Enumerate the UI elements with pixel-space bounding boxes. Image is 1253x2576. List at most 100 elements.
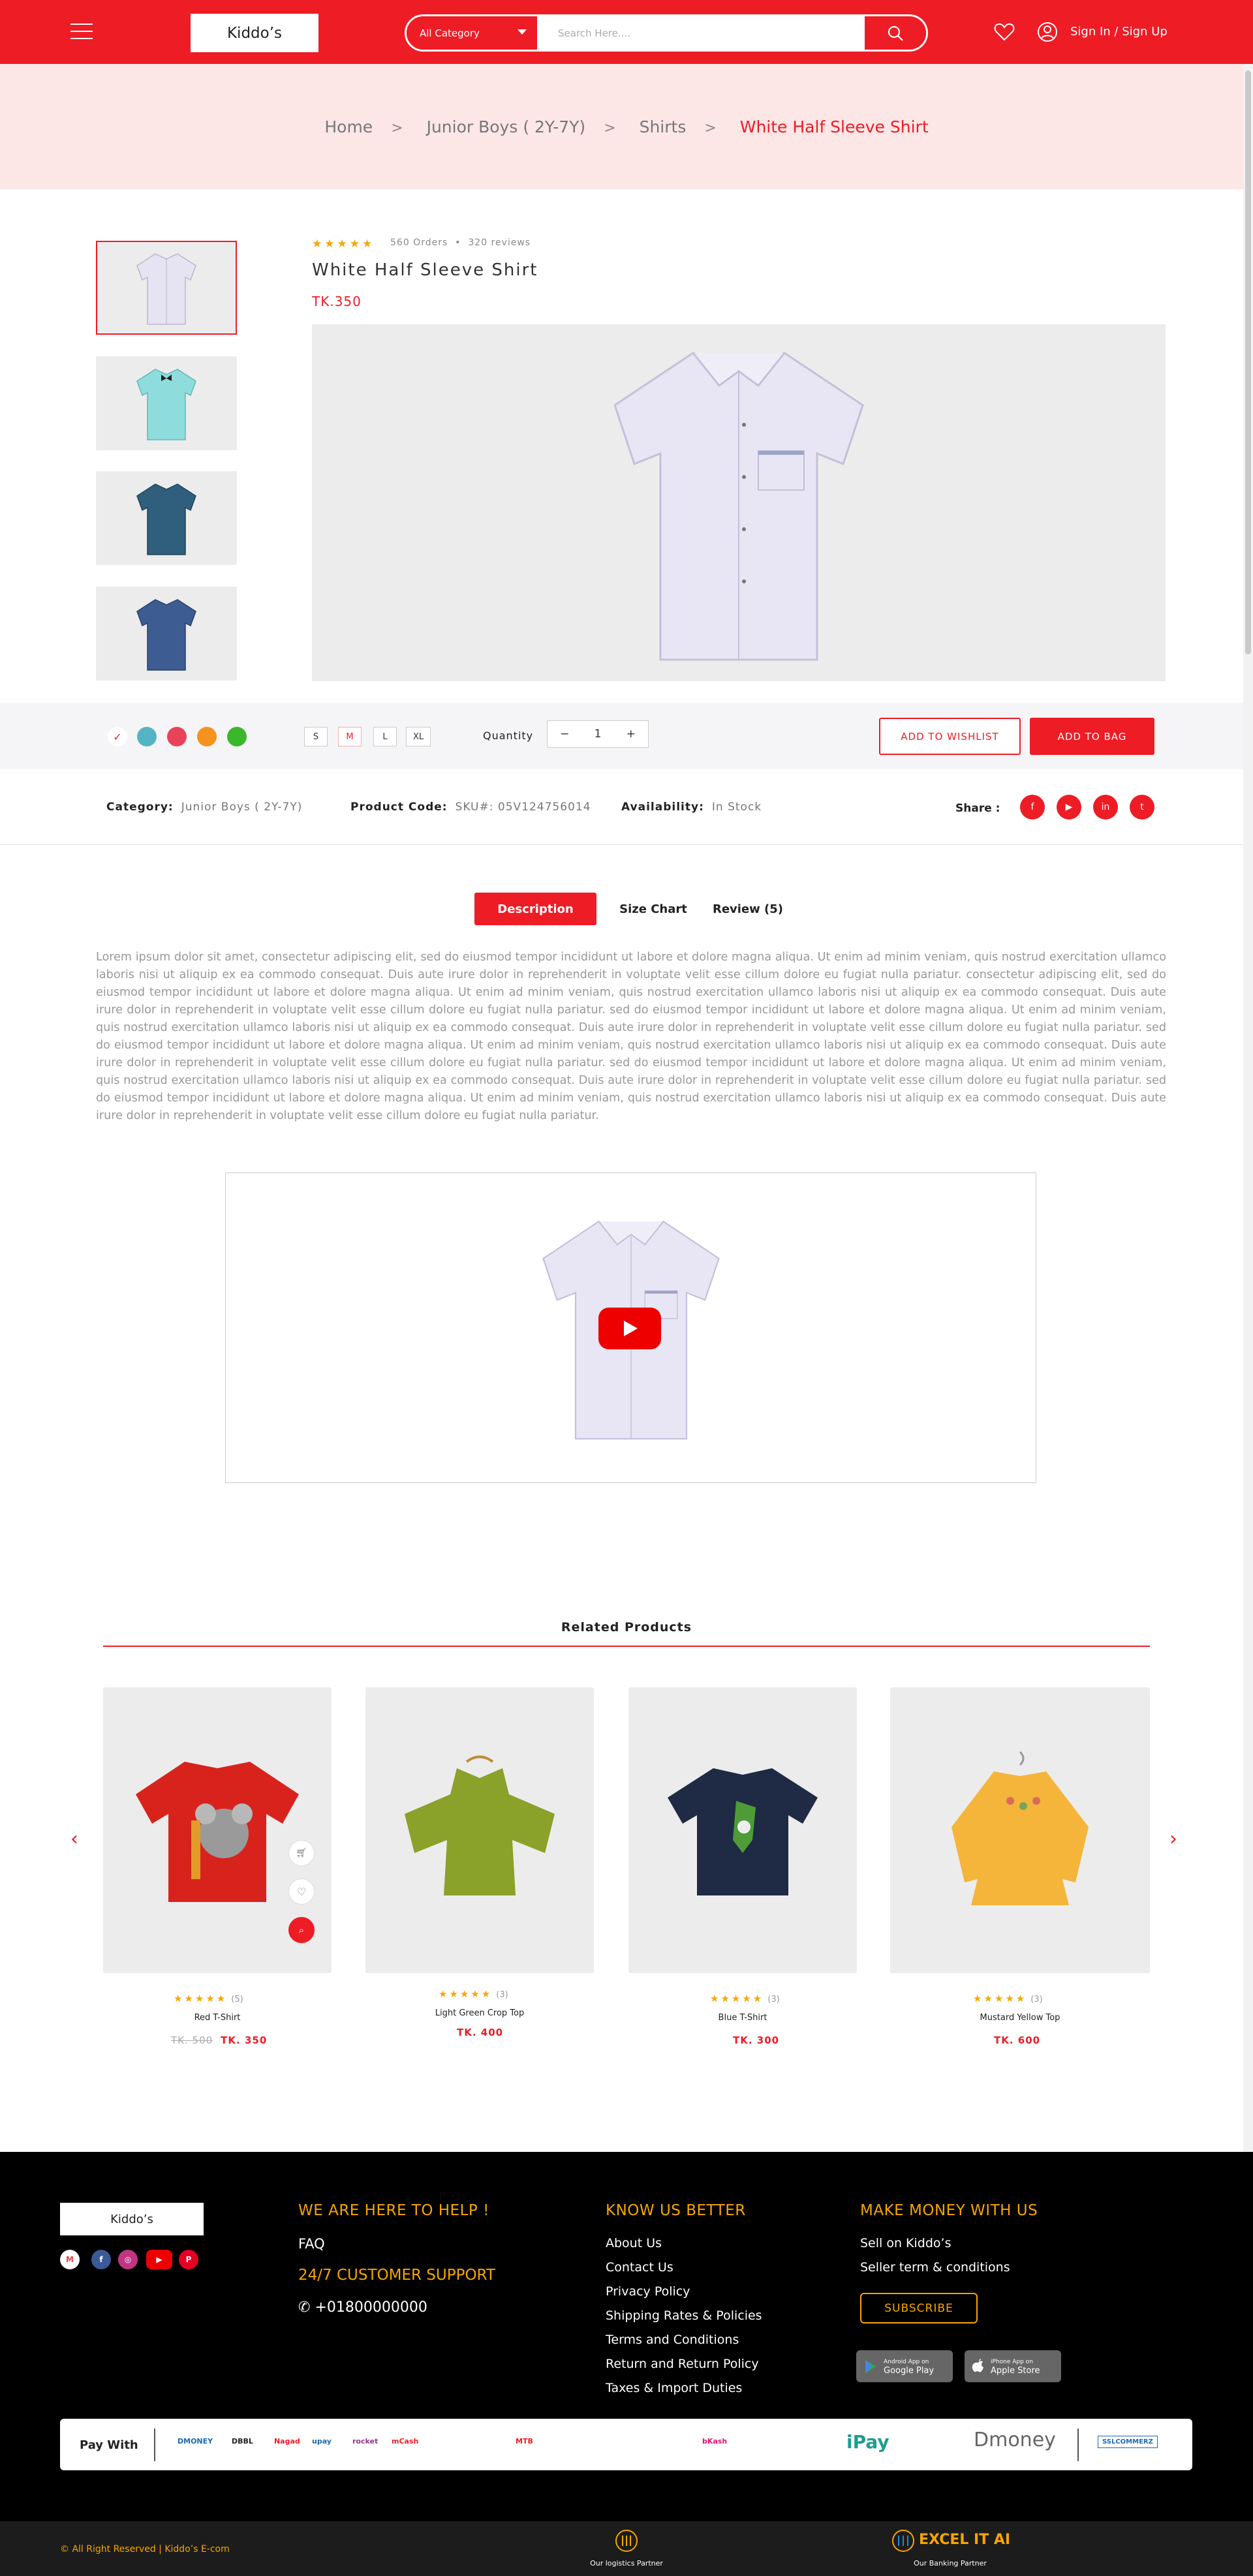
youtube-icon[interactable]: ▶ — [146, 2250, 172, 2269]
signin-link[interactable]: Sign In / Sign Up — [1070, 25, 1168, 38]
apple-store-small: iPhone App on — [991, 2358, 1033, 2365]
product-description: Lorem ipsum dolor sit amet, consectetur … — [96, 951, 1166, 1122]
footer-link-privacy[interactable]: Privacy Policy — [606, 2284, 690, 2299]
thumbnail-white-shirt[interactable] — [96, 241, 237, 335]
facebook-share-icon[interactable]: f — [1020, 795, 1045, 820]
tab-review[interactable]: Review (5) — [707, 893, 788, 925]
breadcrumb: Home > Junior Boys ( 2Y-7Y) > Shirts > Whit… — [0, 117, 1253, 136]
tab-size-chart[interactable]: Size Chart — [612, 893, 694, 925]
yellow-top-image — [951, 1751, 1089, 1905]
footer-link-contact[interactable]: Contact Us — [606, 2260, 673, 2275]
gmail-icon[interactable]: M — [60, 2250, 80, 2269]
rating-stars: ★★★★★ — [312, 238, 375, 251]
product-card-image[interactable] — [365, 1687, 594, 1973]
color-swatch-green[interactable] — [227, 727, 247, 746]
category-info: Category: Junior Boys ( 2Y-7Y) — [106, 801, 302, 814]
wishlist-heart-icon[interactable] — [993, 21, 1015, 43]
footer-money-heading: MAKE MONEY WITH US — [860, 2202, 1038, 2219]
product-card-image[interactable] — [628, 1687, 857, 1973]
banking-partner-label: Our Banking Partner — [914, 2559, 987, 2568]
footer-faq-link[interactable]: FAQ — [298, 2236, 325, 2252]
card-new-price: TK. 300 — [733, 2034, 780, 2046]
size-option-s[interactable]: S — [304, 727, 328, 746]
wishlist-heart-icon[interactable]: ♡ — [288, 1878, 315, 1905]
red-tshirt-image — [136, 1762, 299, 1902]
color-swatch-teal[interactable] — [137, 727, 157, 746]
footer-link-shipping[interactable]: Shipping Rates & Policies — [606, 2308, 762, 2323]
reviews-count[interactable]: 320 reviews — [468, 238, 531, 248]
user-icon[interactable] — [1036, 21, 1059, 43]
add-to-cart-icon[interactable]: 🛒︎ — [288, 1840, 315, 1866]
footer-know-heading: KNOW US BETTER — [606, 2202, 746, 2219]
footer-link-seller-terms[interactable]: Seller term & conditions — [860, 2260, 1010, 2275]
search-button[interactable] — [865, 16, 926, 50]
color-swatch-white[interactable]: ✓ — [108, 727, 127, 746]
payment-logo: mCash — [392, 2437, 419, 2446]
card-price: TK. 500 TK. 350 — [171, 2034, 267, 2046]
linkedin-share-icon[interactable]: in — [1093, 795, 1118, 820]
card-price: TK. 400 — [457, 2027, 503, 2038]
card-product-name[interactable]: Blue T-Shirt — [628, 2013, 857, 2023]
footer-link-taxes[interactable]: Taxes & Import Duties — [606, 2381, 742, 2395]
thumbnail-blue-shirt[interactable] — [96, 471, 237, 565]
quick-view-icon[interactable]: ⌕ — [288, 1917, 315, 1943]
instagram-icon[interactable]: ◎ — [118, 2250, 138, 2269]
category-select[interactable]: All Category — [407, 16, 538, 50]
size-option-xl[interactable]: XL — [406, 727, 431, 746]
video-play-button[interactable] — [598, 1308, 661, 1349]
carousel-next-arrow[interactable]: › — [1169, 1828, 1177, 1850]
carousel-prev-arrow[interactable]: ‹ — [70, 1828, 78, 1850]
thumbnail-denim-shirt[interactable] — [96, 587, 237, 681]
quantity-value[interactable]: 1 — [595, 728, 602, 741]
shirt-image — [136, 483, 196, 555]
product-title: White Half Sleeve Shirt — [312, 260, 538, 280]
quantity-label: Quantity — [483, 729, 534, 742]
rating-count: (3) — [496, 1990, 508, 2000]
color-swatch-orange[interactable] — [197, 727, 217, 746]
card-product-name[interactable]: Light Green Crop Top — [365, 2008, 594, 2018]
payment-logo: rocket — [352, 2437, 379, 2446]
size-option-l[interactable]: L — [373, 727, 397, 746]
green-top-image — [405, 1755, 555, 1895]
product-code-value: SKU#: 05V124756014 — [455, 801, 591, 814]
youtube-share-icon[interactable]: ▶ — [1057, 795, 1081, 820]
quantity-increment[interactable]: + — [626, 728, 636, 741]
site-logo[interactable]: Kiddo’s — [191, 14, 318, 52]
footer-link-return[interactable]: Return and Return Policy — [606, 2357, 759, 2371]
footer-link-terms[interactable]: Terms and Conditions — [606, 2333, 739, 2347]
size-option-m[interactable]: M — [338, 727, 362, 746]
product-card-image[interactable] — [890, 1687, 1150, 1973]
rating-count: (3) — [1030, 1995, 1043, 2004]
quantity-decrement[interactable]: − — [560, 728, 569, 741]
tab-description[interactable]: Description — [474, 893, 596, 925]
card-rating: ★★★★★ (3) — [710, 1993, 780, 2004]
breadcrumb-category[interactable]: Junior Boys ( 2Y-7Y) — [427, 117, 586, 136]
payment-logo: MTB — [516, 2437, 533, 2446]
search-input[interactable] — [538, 16, 865, 50]
card-product-name[interactable]: Mustard Yellow Top — [890, 2013, 1150, 2023]
main-product-image[interactable] — [312, 324, 1166, 681]
menu-icon[interactable] — [70, 23, 93, 39]
quantity-stepper: − 1 + — [547, 720, 649, 748]
footer-phone[interactable]: ✆ +01800000000 — [298, 2299, 427, 2316]
color-swatch-pink[interactable] — [167, 727, 187, 746]
add-to-wishlist-button[interactable]: ADD TO WISHLIST — [879, 718, 1021, 755]
breadcrumb-home[interactable]: Home — [324, 117, 373, 136]
footer-logo[interactable]: Kiddo’s — [60, 2203, 204, 2235]
category-value[interactable]: Junior Boys ( 2Y-7Y) — [181, 801, 303, 814]
breadcrumb-subcategory[interactable]: Shirts — [640, 117, 687, 136]
footer-link-about[interactable]: About Us — [606, 2236, 662, 2250]
scrollbar-thumb[interactable] — [1245, 70, 1251, 654]
pinterest-icon[interactable]: P — [179, 2250, 198, 2269]
product-price: TK.350 — [312, 294, 362, 309]
card-product-name[interactable]: Red T-Shirt — [103, 2013, 332, 2023]
footer-link-sell[interactable]: Sell on Kiddo’s — [860, 2236, 951, 2250]
twitter-share-icon[interactable]: t — [1130, 795, 1154, 820]
add-to-bag-button[interactable]: ADD TO BAG — [1030, 718, 1154, 755]
thumbnail-mint-shirt[interactable] — [96, 356, 237, 450]
subscribe-button[interactable]: SUBSCRIBE — [860, 2293, 978, 2323]
google-play-button[interactable]: Android App on Google Play — [856, 2350, 953, 2382]
apple-store-button[interactable]: iPhone App on Apple Store — [965, 2350, 1061, 2382]
facebook-icon[interactable]: f — [91, 2250, 111, 2269]
card-rating: ★★★★★ (3) — [973, 1993, 1043, 2004]
